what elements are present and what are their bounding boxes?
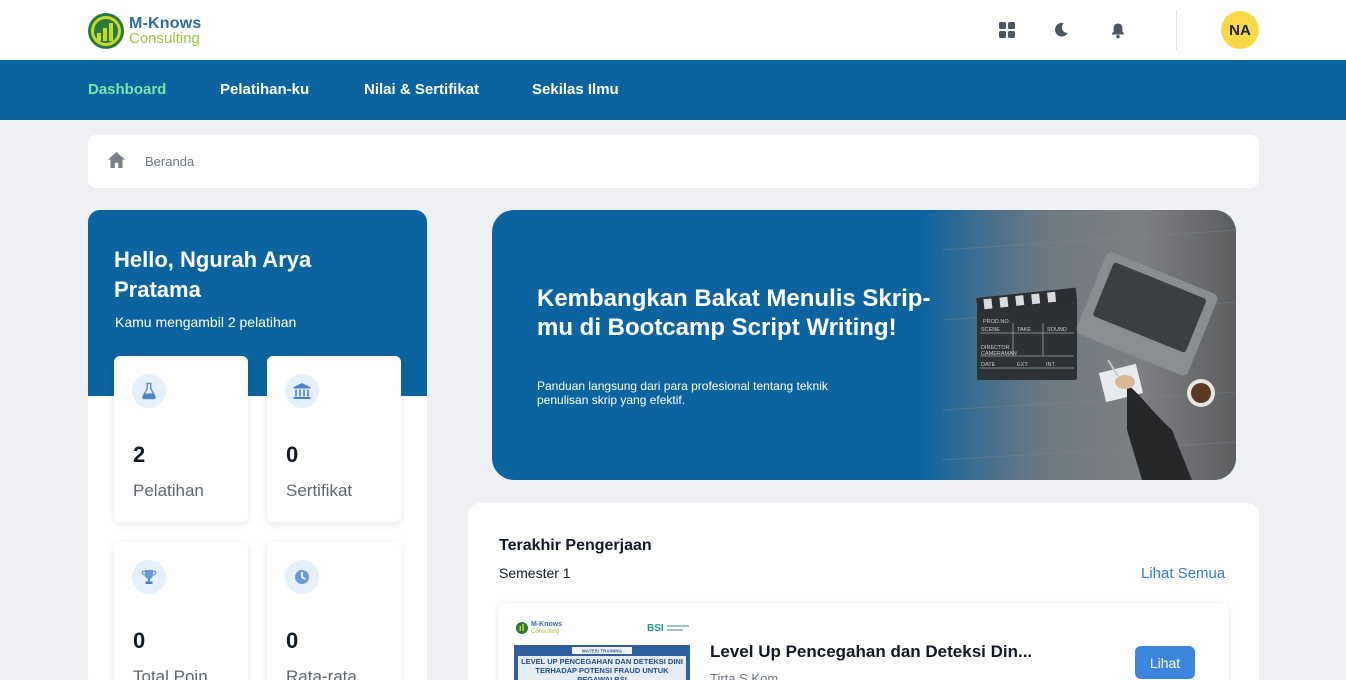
stat-value: 0 (286, 628, 299, 653)
stat-label: Total Poin (133, 667, 208, 680)
greeting: Hello, Ngurah Arya Pratama (114, 247, 312, 302)
brand-logo[interactable]: M-Knows Consulting (88, 12, 202, 50)
clapper-text: INT. (1046, 362, 1056, 368)
breadcrumb: Beranda (88, 135, 1259, 188)
nav-item-pelatihanku[interactable]: Pelatihan-ku (220, 81, 309, 98)
thumb-tag: MATERI TRAINING (582, 649, 622, 654)
course-item[interactable]: M-Knows Consulting BSI MATERI TRAINING L… (498, 603, 1229, 680)
course-author: Tirta S.Kom (710, 671, 779, 680)
user-avatar[interactable]: NA (1221, 11, 1259, 49)
course-title[interactable]: Level Up Pencegahan dan Deteksi Din... (710, 642, 1032, 662)
clock-icon (285, 560, 319, 594)
promo-banner[interactable]: PROD.NO. SCENE TAKE SOUND DIRECTOR CAMER… (492, 210, 1236, 480)
stat-value: 0 (286, 442, 299, 467)
flask-icon (132, 374, 166, 408)
view-course-button[interactable]: Lihat (1135, 646, 1195, 679)
clapperboard-image: PROD.NO. SCENE TAKE SOUND DIRECTOR CAMER… (976, 287, 1078, 380)
logo-mark-icon (88, 13, 124, 49)
stat-label: Sertifikat (286, 481, 353, 500)
home-icon[interactable] (107, 151, 126, 169)
clapper-text: SCENE (981, 327, 1000, 333)
recent-activity-card: Terakhir Pengerjaan Semester 1 Lihat Sem… (468, 503, 1259, 680)
profile-card: Hello, Ngurah Arya Pratama Kamu mengambi… (88, 210, 427, 680)
bell-icon[interactable] (1108, 20, 1128, 40)
bank-icon (285, 374, 319, 408)
see-all-link[interactable]: Lihat Semua (1141, 565, 1225, 582)
trophy-icon (132, 560, 166, 594)
banner-subtitle: Panduan langsung dari para profesional t… (537, 379, 828, 407)
stat-card-sertifikat[interactable]: 0 Sertifikat (267, 356, 401, 522)
thumb-logo-text: Consulting (531, 629, 559, 635)
clapper-text: EXT. (1017, 362, 1029, 368)
nav-item-sekilas-ilmu[interactable]: Sekilas Ilmu (532, 81, 619, 98)
stat-label: Pelatihan (133, 481, 204, 500)
thumb-partner-logo: BSI (647, 623, 664, 634)
nav-item-dashboard[interactable]: Dashboard (88, 81, 166, 98)
course-thumbnail: M-Knows Consulting BSI MATERI TRAINING L… (512, 617, 693, 680)
nav-item-nilai-sertifikat[interactable]: Nilai & Sertifikat (364, 81, 479, 98)
stat-card-rata-rata[interactable]: 0 Rata-rata (267, 542, 401, 680)
header-divider (1176, 10, 1177, 50)
clapper-text: PROD.NO. (983, 319, 1011, 325)
apps-grid-icon[interactable] (997, 20, 1017, 40)
thumb-title: LEVEL UP PENCEGAHAN DAN DETEKSI DINI TER… (521, 657, 683, 680)
clapper-text: SOUND (1047, 327, 1067, 333)
stat-value: 2 (133, 442, 146, 467)
logo-text-secondary: Consulting (129, 30, 200, 47)
clapper-text: TAKE (1017, 327, 1031, 333)
stat-label: Rata-rata (286, 667, 357, 680)
top-header: M-Knows Consulting NA (0, 0, 1346, 60)
stat-card-pelatihan[interactable]: 2 Pelatihan (114, 356, 248, 522)
main-nav: Dashboard Pelatihan-ku Nilai & Sertifika… (0, 60, 1346, 120)
section-title: Terakhir Pengerjaan (499, 537, 652, 554)
banner-title: Kembangkan Bakat Menulis Skrip-mu di Boo… (537, 285, 931, 341)
clapper-text: DATE (981, 362, 996, 368)
stat-value: 0 (133, 628, 146, 653)
stat-card-total-poin[interactable]: 0 Total Poin (114, 542, 248, 680)
banner-photo: PROD.NO. SCENE TAKE SOUND DIRECTOR CAMER… (922, 210, 1236, 480)
training-count-text: Kamu mengambil 2 pelatihan (115, 314, 297, 330)
laptop-image (1076, 252, 1218, 376)
clapper-text: CAMERAMAN (981, 351, 1017, 357)
thumb-logo-text: M-Knows (531, 621, 562, 628)
moon-icon[interactable] (1051, 20, 1071, 40)
breadcrumb-current: Beranda (145, 154, 195, 169)
logo-text-primary: M-Knows (129, 15, 202, 32)
semester-label: Semester 1 (499, 565, 571, 581)
